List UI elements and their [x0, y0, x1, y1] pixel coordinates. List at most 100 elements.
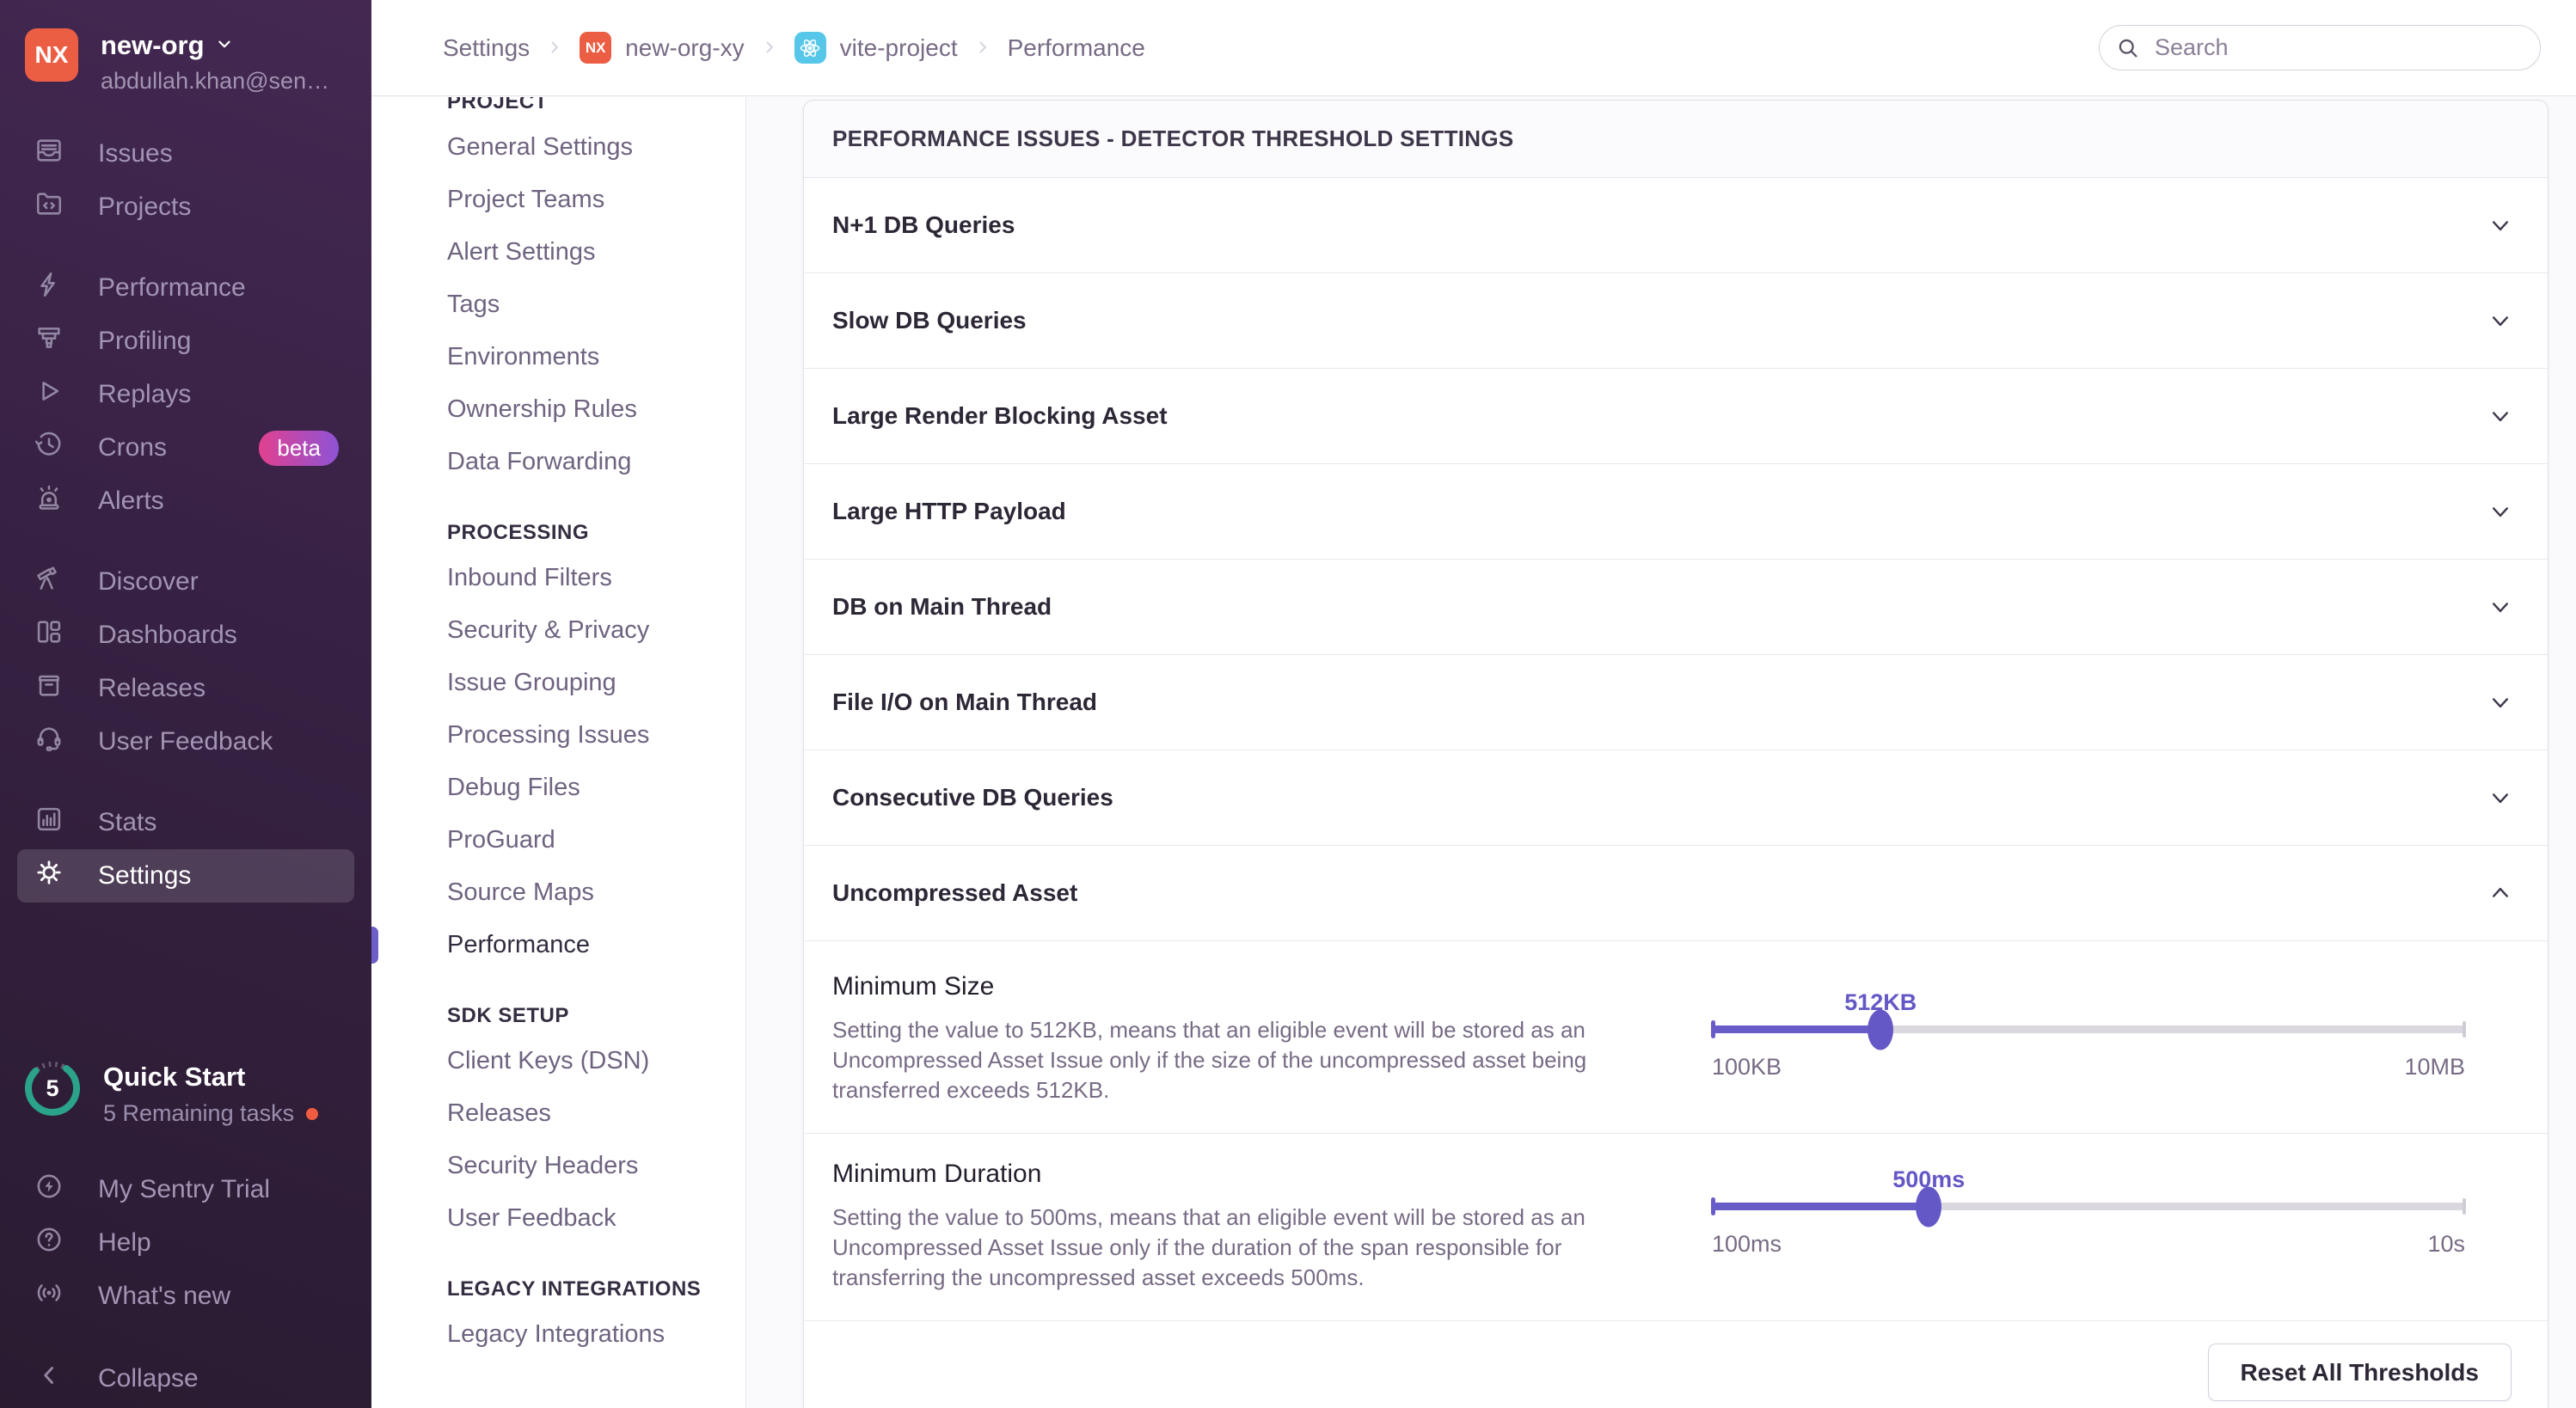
beta-badge: beta: [259, 431, 339, 466]
settings-nav-item-issue-grouping[interactable]: Issue Grouping: [447, 657, 745, 709]
gear-icon: [34, 858, 64, 894]
slider-track[interactable]: [1712, 1203, 2465, 1210]
org-email: abdullah.khan@sen…: [101, 68, 329, 95]
sidebar-footer: My Sentry Trial Help What's new: [0, 1163, 371, 1323]
slider-track[interactable]: [1712, 1025, 2465, 1033]
sidebar-item-crons[interactable]: Crons beta: [17, 421, 354, 474]
sidebar-item-label: Discover: [98, 567, 199, 597]
settings-nav-item-environments[interactable]: Environments: [447, 331, 745, 383]
sidebar-item-label: Profiling: [98, 327, 191, 356]
sidebar-item-performance[interactable]: Performance: [17, 261, 354, 315]
sidebar-item-projects[interactable]: Projects: [17, 181, 354, 234]
sidebar-item-label: Crons: [98, 433, 167, 462]
sidebar-item-label: Releases: [98, 674, 205, 703]
sidebar-item-label: Help: [98, 1228, 151, 1258]
settings-nav-item-legacy-integrations[interactable]: Legacy Integrations: [447, 1308, 745, 1361]
search-input[interactable]: [2099, 25, 2541, 70]
settings-nav-item-alert-settings[interactable]: Alert Settings: [447, 226, 745, 279]
chevron-down-icon: [2486, 592, 2515, 621]
quick-start[interactable]: 5 Quick Start 5 Remaining tasks: [24, 1060, 354, 1127]
settings-nav-item-project-teams[interactable]: Project Teams: [447, 174, 745, 226]
sidebar-item-issues[interactable]: Issues: [17, 127, 354, 181]
sidebar-item-dashboards[interactable]: Dashboards: [17, 609, 354, 662]
settings-nav-item-data-forwarding[interactable]: Data Forwarding: [447, 436, 745, 488]
settings-nav-item-debug-files[interactable]: Debug Files: [447, 762, 745, 814]
whats-new-icon: [34, 1278, 64, 1314]
quick-start-subtitle: 5 Remaining tasks: [103, 1100, 294, 1127]
sidebar-item-label: User Feedback: [98, 727, 273, 756]
notification-dot: [306, 1108, 318, 1120]
sidebar-item-whats-new[interactable]: What's new: [17, 1270, 354, 1323]
settings-nav-item-inbound-filters[interactable]: Inbound Filters: [447, 552, 745, 604]
accordion-row-n-plus-one-db-queries[interactable]: N+1 DB Queries: [804, 178, 2548, 273]
accordion-row-file-io-on-main-thread[interactable]: File I/O on Main Thread: [804, 655, 2548, 750]
chevron-down-icon: [215, 34, 234, 58]
accordion-row-consecutive-db-queries[interactable]: Consecutive DB Queries: [804, 750, 2548, 846]
settings-nav-item-tags[interactable]: Tags: [447, 279, 745, 331]
sidebar-item-discover[interactable]: Discover: [17, 555, 354, 609]
breadcrumb-org[interactable]: NX new-org-xy: [580, 32, 744, 64]
alerts-icon: [34, 483, 64, 519]
quick-start-title: Quick Start: [103, 1062, 318, 1093]
dashboards-icon: [34, 617, 64, 653]
projects-icon: [34, 189, 64, 225]
releases-icon: [34, 670, 64, 707]
sidebar-item-alerts[interactable]: Alerts: [17, 474, 354, 528]
settings-nav-item-ownership-rules[interactable]: Ownership Rules: [447, 383, 745, 436]
sidebar-item-my-sentry-trial[interactable]: My Sentry Trial: [17, 1163, 354, 1216]
sidebar-item-label: What's new: [98, 1282, 230, 1311]
settings-nav-item-source-maps[interactable]: Source Maps: [447, 866, 745, 919]
settings-nav-item-processing-issues[interactable]: Processing Issues: [447, 709, 745, 762]
settings-nav-item-security-privacy[interactable]: Security & Privacy: [447, 604, 745, 657]
breadcrumb-org-label: new-org-xy: [625, 34, 744, 62]
accordion-row-uncompressed-asset[interactable]: Uncompressed Asset: [804, 846, 2548, 941]
help-icon: [34, 1225, 64, 1261]
breadcrumb-project[interactable]: vite-project: [794, 32, 958, 64]
settings-nav-item-performance[interactable]: Performance: [447, 919, 745, 971]
sidebar-item-profiling[interactable]: Profiling: [17, 315, 354, 368]
chevron-down-icon: [2486, 783, 2515, 812]
main-content: PERFORMANCE ISSUES - DETECTOR THRESHOLD …: [746, 97, 2576, 1408]
sidebar-item-label: Replays: [98, 380, 191, 409]
sidebar-item-releases[interactable]: Releases: [17, 662, 354, 715]
chevron-left-icon: [34, 1361, 64, 1397]
slider-max-label: 10s: [2427, 1231, 2465, 1258]
settings-nav-item-security-headers[interactable]: Security Headers: [447, 1140, 745, 1192]
discover-icon: [34, 564, 64, 600]
sidebar-item-label: Performance: [98, 273, 246, 303]
settings-nav-item-user-feedback[interactable]: User Feedback: [447, 1192, 745, 1245]
sidebar-item-label: Issues: [98, 139, 173, 168]
slider-thumb[interactable]: [1916, 1186, 1941, 1227]
org-switcher[interactable]: NX new-org abdullah.khan@sen…: [0, 0, 371, 95]
sidebar-item-settings[interactable]: Settings: [17, 849, 354, 903]
reset-all-thresholds-button[interactable]: Reset All Thresholds: [2208, 1344, 2512, 1401]
breadcrumb-settings[interactable]: Settings: [443, 34, 530, 62]
settings-nav-item-client-keys[interactable]: Client Keys (DSN): [447, 1035, 745, 1087]
slider-fill: [1712, 1025, 1880, 1033]
accordion-row-slow-db-queries[interactable]: Slow DB Queries: [804, 273, 2548, 369]
collapse-button[interactable]: Collapse: [17, 1352, 354, 1405]
sidebar-item-user-feedback[interactable]: User Feedback: [17, 715, 354, 768]
chevron-up-icon: [2486, 878, 2515, 908]
settings-nav-item-general-settings[interactable]: General Settings: [447, 121, 745, 174]
search-box: [2099, 25, 2541, 70]
sidebar-item-replays[interactable]: Replays: [17, 368, 354, 421]
panel-title: PERFORMANCE ISSUES - DETECTOR THRESHOLD …: [832, 125, 1514, 152]
settings-nav-item-proguard[interactable]: ProGuard: [447, 814, 745, 866]
quick-start-progress-ring: 5: [24, 1060, 81, 1117]
sidebar-item-label: Alerts: [98, 487, 164, 516]
breadcrumb: Settings NX new-org-xy vite-project Perf…: [443, 32, 1145, 64]
crons-icon: [34, 430, 64, 466]
settings-nav-item-releases[interactable]: Releases: [447, 1087, 745, 1140]
accordion-row-db-on-main-thread[interactable]: DB on Main Thread: [804, 560, 2548, 655]
minimum-duration-section: Minimum Duration Setting the value to 50…: [804, 1134, 2548, 1321]
chevron-down-icon: [2486, 688, 2515, 717]
accordion-row-large-render-blocking-asset[interactable]: Large Render Blocking Asset: [804, 369, 2548, 464]
topbar: Settings NX new-org-xy vite-project Perf…: [371, 0, 2576, 96]
accordion-row-large-http-payload[interactable]: Large HTTP Payload: [804, 464, 2548, 560]
sidebar-item-stats[interactable]: Stats: [17, 796, 354, 849]
sidebar-item-label: Collapse: [98, 1364, 199, 1393]
user-feedback-icon: [34, 724, 64, 760]
sidebar-item-help[interactable]: Help: [17, 1216, 354, 1270]
slider-thumb[interactable]: [1868, 1009, 1893, 1050]
